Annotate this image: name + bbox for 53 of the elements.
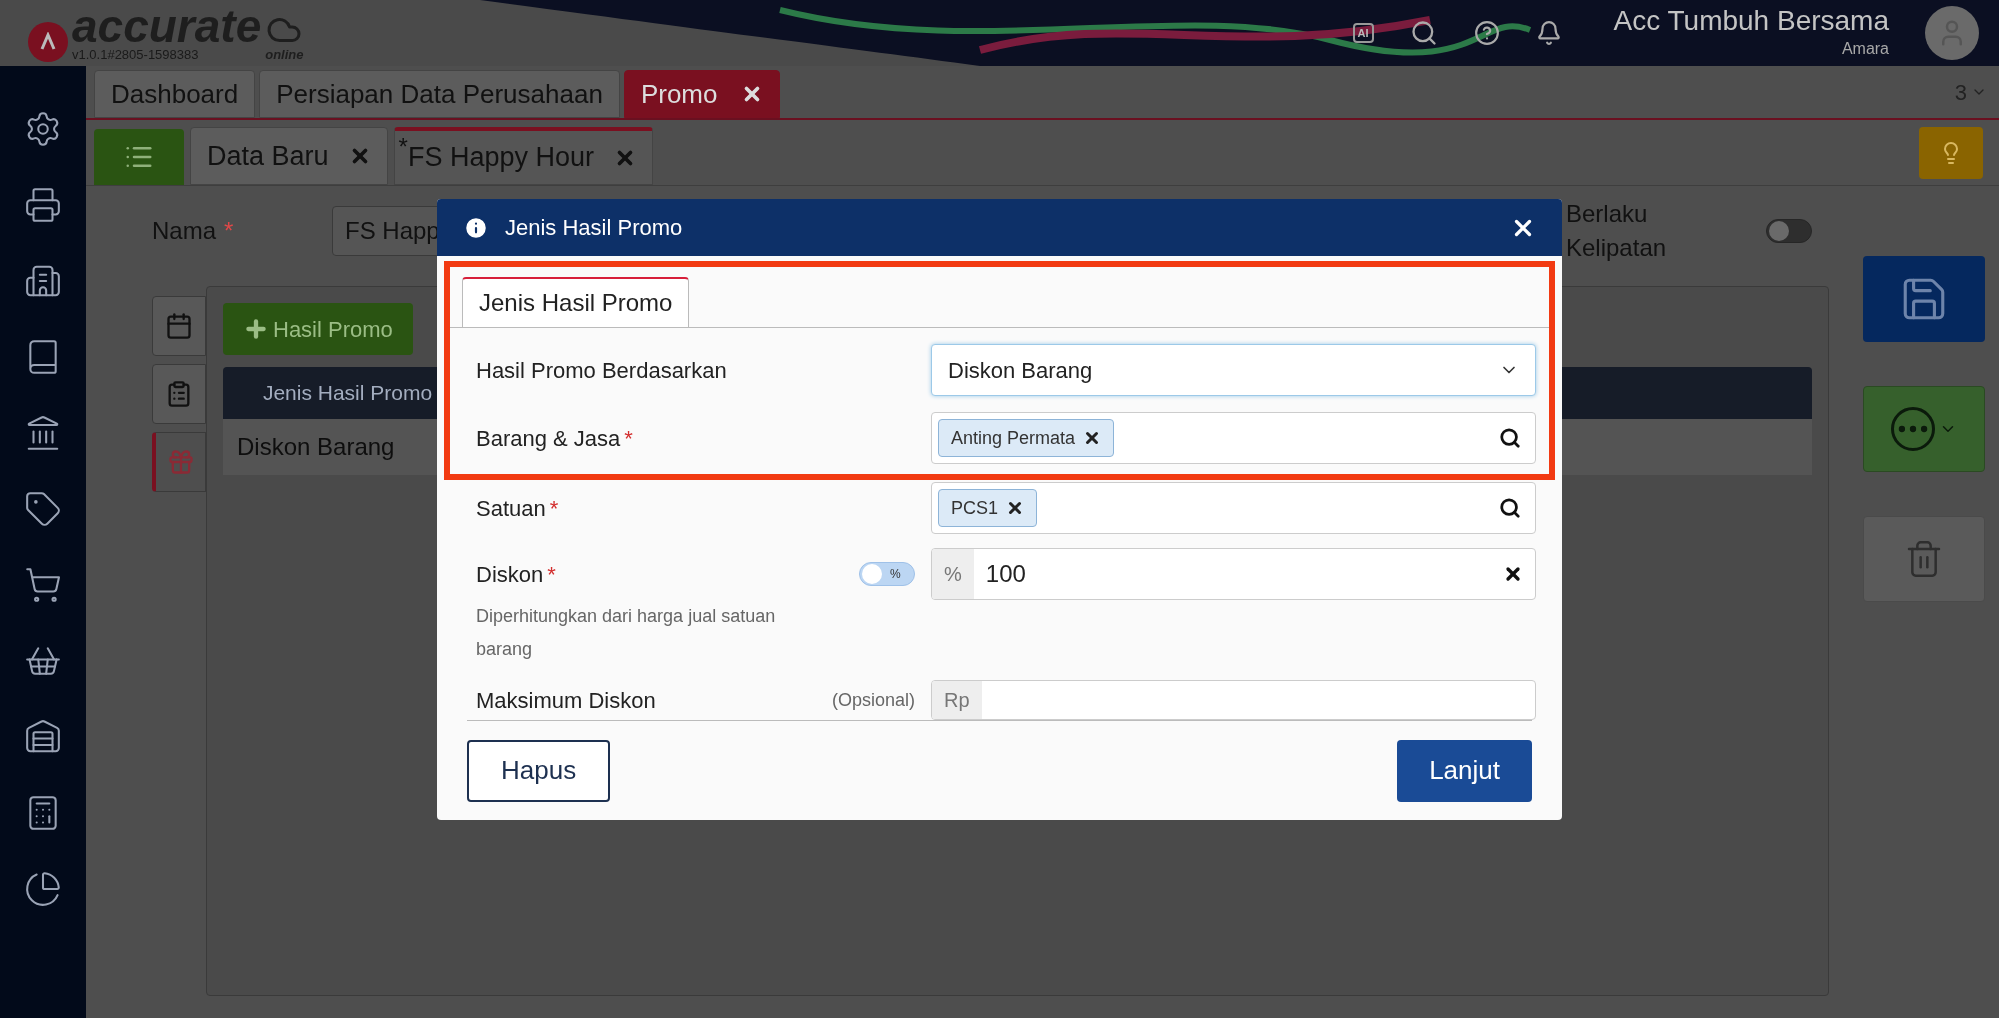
modified-mark: * [398, 137, 408, 158]
side-tab[interactable] [152, 364, 206, 424]
cart-icon[interactable] [24, 566, 62, 604]
side-tab[interactable] [152, 296, 206, 356]
tag-input-field[interactable]: Anting Permata [931, 412, 1536, 464]
pie-chart-icon[interactable] [24, 870, 62, 908]
dialog-tab[interactable]: Jenis Hasil Promo [462, 277, 690, 327]
price-tag-icon[interactable] [24, 490, 62, 528]
clear-icon[interactable] [1503, 564, 1523, 584]
field-label: Maksimum Diskon [476, 686, 656, 715]
number-field[interactable]: % 100 [931, 548, 1536, 600]
tag-chip-text: Anting Permata [951, 426, 1076, 450]
delete-button[interactable]: Hapus [467, 739, 611, 802]
field-hint: Diperhitungkan dari harga jual satuan barang [476, 605, 777, 661]
field-label: Diskon * [476, 560, 556, 589]
printer-icon[interactable] [24, 186, 62, 224]
ellipsis-icon [1891, 407, 1935, 451]
page-tab[interactable]: Promo [623, 70, 781, 118]
tag-input-field[interactable]: PCS1 [931, 482, 1536, 534]
save-button[interactable] [1863, 256, 1985, 342]
gift-icon [166, 448, 195, 476]
user-name: Amara [1841, 39, 1889, 59]
more-options-button[interactable] [1863, 386, 1985, 472]
calendar-icon [165, 312, 193, 340]
help-icon[interactable] [1473, 20, 1500, 46]
prefix-label: Rp [932, 681, 982, 719]
prefix-label: % [932, 549, 974, 599]
optional-label: (Opsional) [831, 688, 915, 712]
toggle-switch[interactable] [1766, 219, 1812, 243]
field-label: Hasil Promo Berdasarkan [476, 356, 727, 385]
field-label: Berlaku Kelipatan [1566, 199, 1668, 263]
table-cell-text: Diskon Barang [236, 432, 396, 462]
logo-icon [28, 22, 68, 62]
search-icon[interactable] [1409, 19, 1438, 47]
notification-icon[interactable] [1535, 20, 1562, 46]
search-icon[interactable] [1499, 427, 1521, 449]
select-field[interactable]: Diskon Barang [931, 344, 1536, 396]
percent-toggle[interactable]: % [859, 562, 915, 586]
field-label: Barang & Jasa * [476, 424, 633, 453]
field-label: Satuan * [476, 494, 559, 523]
number-field[interactable]: Rp [931, 680, 1536, 720]
tab-label: FS Happy Hour [407, 142, 594, 175]
field-label: Nama * [152, 216, 235, 246]
plus-icon [243, 316, 269, 342]
tips-button[interactable] [1919, 126, 1983, 179]
company-name: Acc Tumbuh Bersama [1613, 5, 1889, 37]
add-result-button[interactable]: Hasil Promo [223, 303, 413, 355]
search-icon[interactable] [1499, 497, 1521, 519]
tag-chip-text: PCS1 [951, 496, 999, 520]
dialog-title: Jenis Hasil Promo [505, 214, 684, 242]
next-button[interactable]: Lanjut [1397, 739, 1532, 802]
list-menu-button[interactable] [94, 129, 184, 185]
tab-label: Data Baru [207, 139, 329, 173]
